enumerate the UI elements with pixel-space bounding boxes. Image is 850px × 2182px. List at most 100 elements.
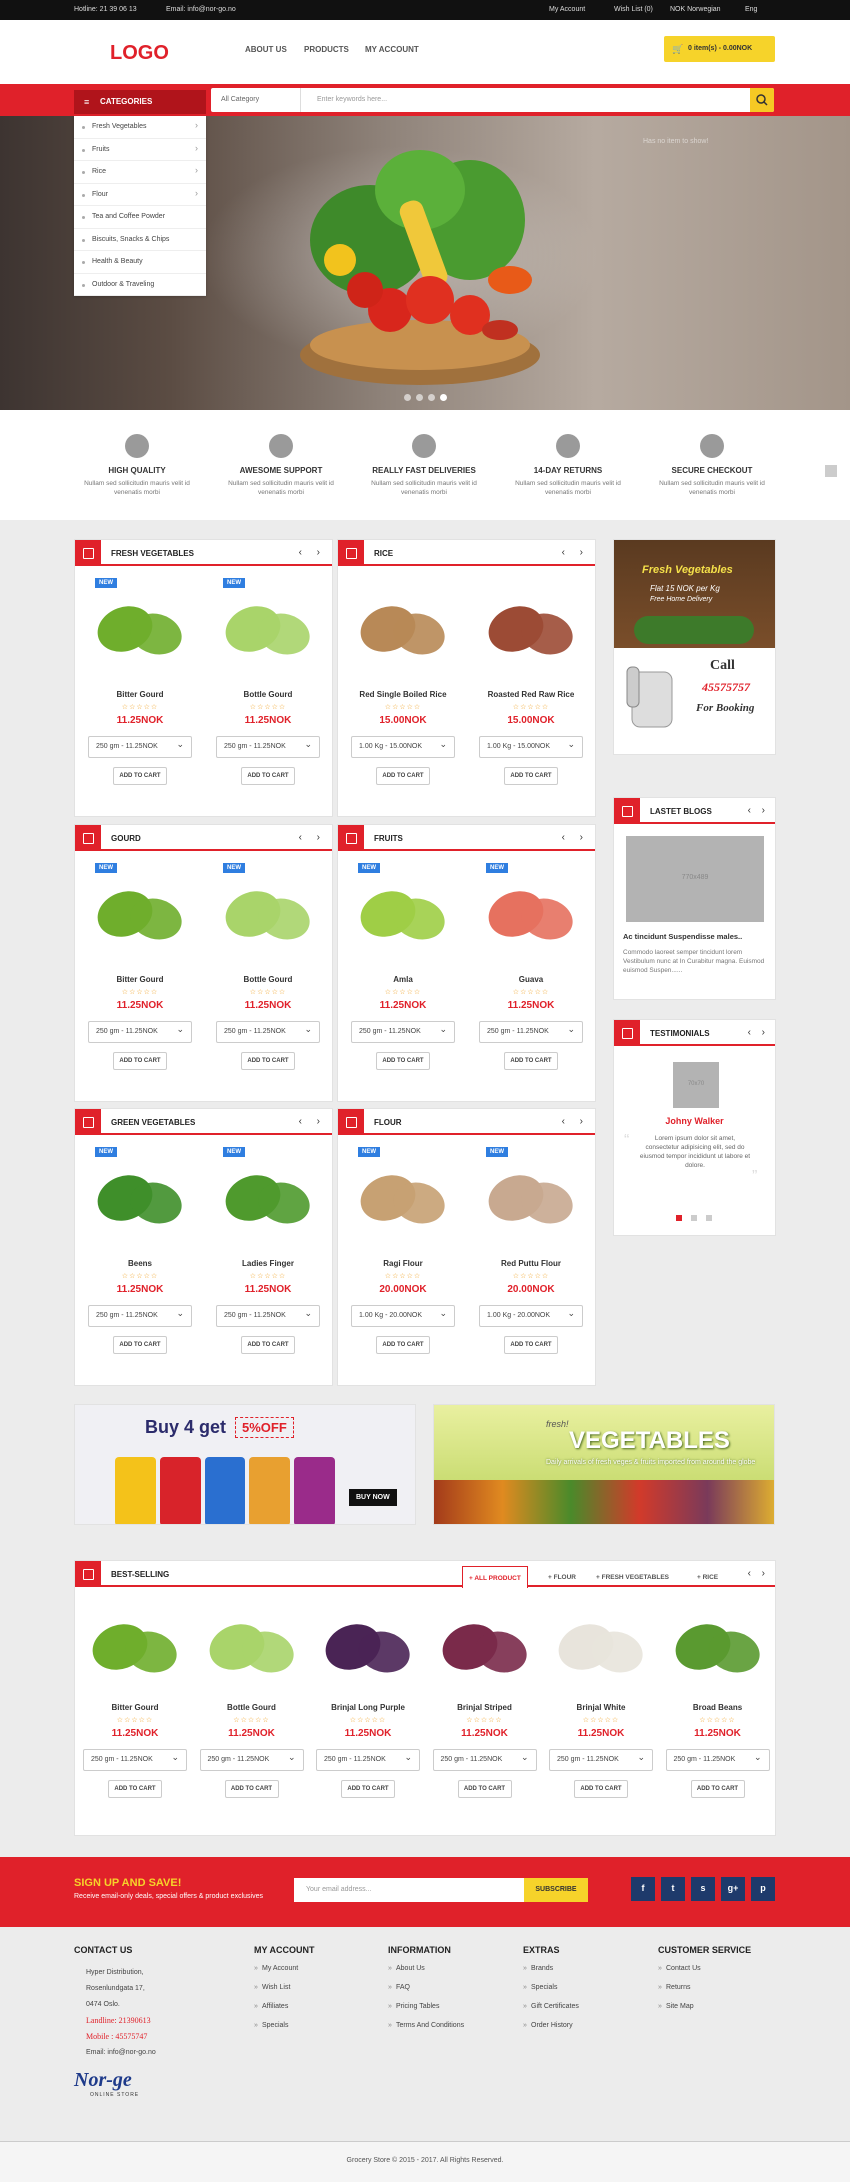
product-image-wrap[interactable] [213, 574, 323, 684]
prev-arrow-icon[interactable]: ‹ [299, 547, 302, 558]
product-image-wrap[interactable] [318, 1597, 418, 1697]
product-card[interactable]: Broad Beans ☆☆☆☆☆ 11.25NOK 250 gm - 11.25NO… [662, 1597, 774, 1798]
promo-ad[interactable]: Fresh Vegetables Flat 15 NOK per Kg Free… [613, 539, 776, 755]
option-select[interactable]: 250 gm - 11.25NOK [665, 1749, 770, 1771]
add-to-cart-button[interactable]: ADD TO CART [108, 1780, 162, 1798]
slider-dot-active[interactable] [440, 394, 447, 401]
prev-arrow-icon[interactable]: ‹ [562, 832, 565, 843]
next-arrow-icon[interactable]: › [317, 547, 320, 558]
footer-link[interactable]: Site Map [658, 2003, 751, 2022]
product-card[interactable]: Brinjal White ☆☆☆☆☆ 11.25NOK 250 gm - 11.25… [545, 1597, 657, 1798]
product-name[interactable]: Beens [81, 1259, 199, 1268]
category-item[interactable]: Biscuits, Snacks & Chips [74, 229, 206, 251]
product-name[interactable]: Bottle Gourd [209, 975, 327, 984]
next-arrow-icon[interactable]: › [762, 1568, 765, 1579]
pinterest-icon[interactable]: p [751, 1877, 775, 1901]
promo-banner-vegetables[interactable]: fresh! VEGETABLES Daily arrivals of fres… [433, 1404, 775, 1525]
option-select[interactable]: 250 gm - 11.25NOK [199, 1749, 304, 1771]
tab-rice[interactable]: + RICE [691, 1566, 724, 1588]
option-select[interactable]: 250 gm - 11.25NOK [432, 1749, 537, 1771]
product-name[interactable]: Brinjal Long Purple [312, 1703, 424, 1712]
nav-about-us[interactable]: ABOUT US [245, 45, 287, 54]
option-select[interactable]: 250 gm - 11.25NOK [549, 1749, 653, 1771]
add-to-cart-button[interactable]: ADD TO CART [241, 1336, 295, 1354]
footer-link[interactable]: Contact Us [658, 1965, 751, 1984]
add-to-cart-button[interactable]: ADD TO CART [113, 767, 167, 785]
prev-arrow-icon[interactable]: ‹ [562, 547, 565, 558]
product-card[interactable]: Bitter Gourd ☆☆☆☆☆ 11.25NOK 250 gm - 11.25N… [79, 1597, 191, 1798]
product-name[interactable]: Ragi Flour [344, 1259, 462, 1268]
product-name[interactable]: Bitter Gourd [79, 1703, 191, 1712]
product-image-wrap[interactable] [668, 1597, 768, 1697]
footer-link[interactable]: Returns [658, 1984, 751, 2003]
product-name[interactable]: Amla [344, 975, 462, 984]
tab-all-product[interactable]: + ALL PRODUCT [462, 1566, 528, 1588]
product-name[interactable]: Bottle Gourd [209, 690, 327, 699]
blog-post-title[interactable]: Ac tincidunt Suspendisse males.. [623, 932, 742, 941]
logo[interactable]: LOGO [110, 42, 169, 65]
product-image-wrap[interactable] [551, 1597, 651, 1697]
option-select[interactable]: 250 gm - 11.25NOK [88, 736, 192, 758]
wishlist-link[interactable]: Wish List (0) [614, 6, 653, 13]
product-image-wrap[interactable] [476, 574, 586, 684]
prev-arrow-icon[interactable]: ‹ [748, 1027, 751, 1038]
categories-button[interactable]: ≡ CATEGORIES [74, 90, 206, 114]
product-name[interactable]: Red Single Boiled Rice [344, 690, 462, 699]
prev-arrow-icon[interactable]: ‹ [299, 1116, 302, 1127]
footer-link[interactable]: Affiliates [254, 2003, 315, 2022]
product-name[interactable]: Guava [472, 975, 590, 984]
slider-dot[interactable] [416, 394, 423, 401]
product-card[interactable]: Roasted Red Raw Rice ☆☆☆☆☆ 15.00NOK 1.00 Kg… [472, 574, 590, 785]
prev-arrow-icon[interactable]: ‹ [748, 805, 751, 816]
next-arrow-icon[interactable]: › [580, 547, 583, 558]
option-select[interactable]: 250 gm - 11.25NOK [88, 1021, 192, 1043]
footer-link[interactable]: Pricing Tables [388, 2003, 464, 2022]
option-select[interactable]: 1.00 Kg - 20.00NOK [479, 1305, 583, 1327]
product-image-wrap[interactable] [202, 1597, 302, 1697]
product-name[interactable]: Brinjal Striped [429, 1703, 541, 1712]
currency-dropdown[interactable]: NOK Norwegian [670, 6, 721, 13]
product-card[interactable]: Red Single Boiled Rice ☆☆☆☆☆ 15.00NOK 1.00 … [344, 574, 462, 785]
product-name[interactable]: Broad Beans [662, 1703, 774, 1712]
product-image-wrap[interactable] [476, 1143, 586, 1253]
option-select[interactable]: 250 gm - 11.25NOK [351, 1021, 455, 1043]
add-to-cart-button[interactable]: ADD TO CART [504, 1336, 558, 1354]
prev-arrow-icon[interactable]: ‹ [562, 1116, 565, 1127]
next-arrow-icon[interactable]: › [317, 1116, 320, 1127]
product-image-wrap[interactable] [85, 1597, 185, 1697]
add-to-cart-button[interactable]: ADD TO CART [241, 1052, 295, 1070]
product-card[interactable]: NEW Bitter Gourd ☆☆☆☆☆ 11.25NOK 250 gm - 11.… [81, 574, 199, 785]
add-to-cart-button[interactable]: ADD TO CART [457, 1780, 512, 1798]
buy-now-button[interactable]: BUY NOW [349, 1489, 397, 1506]
category-item[interactable]: Tea and Coffee Powder [74, 206, 206, 229]
product-card[interactable]: NEW Guava ☆☆☆☆☆ 11.25NOK 250 gm - 11.25NOK AD… [472, 859, 590, 1070]
tab-flour[interactable]: + FLOUR [542, 1566, 582, 1588]
add-to-cart-button[interactable]: ADD TO CART [341, 1780, 395, 1798]
product-card[interactable]: NEW Amla ☆☆☆☆☆ 11.25NOK 250 gm - 11.25NOK ADD… [344, 859, 462, 1070]
product-image-wrap[interactable] [348, 859, 458, 969]
product-name[interactable]: Roasted Red Raw Rice [472, 690, 590, 699]
product-card[interactable]: NEW Ladies Finger ☆☆☆☆☆ 11.25NOK 250 gm - 11… [209, 1143, 327, 1354]
add-to-cart-button[interactable]: ADD TO CART [574, 1780, 628, 1798]
skype-icon[interactable]: s [691, 1877, 715, 1901]
product-card[interactable]: NEW Bottle Gourd ☆☆☆☆☆ 11.25NOK 250 gm - 11.… [209, 574, 327, 785]
cart-button[interactable]: 🛒 0 item(s) - 0.00NOK [664, 36, 775, 62]
category-item[interactable]: Fresh Vegetables [74, 116, 206, 139]
nav-my-account[interactable]: MY ACCOUNT [365, 45, 419, 54]
add-to-cart-button[interactable]: ADD TO CART [504, 1052, 558, 1070]
category-item[interactable]: Health & Beauty [74, 251, 206, 274]
category-item[interactable]: Fruits [74, 139, 206, 161]
product-image-wrap[interactable] [85, 1143, 195, 1253]
search-category-select[interactable]: All Category [211, 88, 301, 112]
footer-link[interactable]: Wish List [254, 1984, 315, 2003]
language-dropdown[interactable]: Eng [745, 6, 757, 13]
footer-link[interactable]: Gift Certificates [523, 2003, 579, 2022]
footer-link[interactable]: FAQ [388, 1984, 464, 2003]
product-card[interactable]: NEW Bitter Gourd ☆☆☆☆☆ 11.25NOK 250 gm - 11.… [81, 859, 199, 1070]
footer-link[interactable]: Order History [523, 2022, 579, 2041]
option-select[interactable]: 1.00 Kg - 15.00NOK [351, 736, 455, 758]
product-image-wrap[interactable] [85, 859, 195, 969]
promo-banner-chips[interactable]: Buy 4 get 5%OFF BUY NOW [74, 1404, 416, 1525]
product-name[interactable]: Brinjal White [545, 1703, 657, 1712]
footer-brand-logo[interactable]: Nor-ge [74, 2069, 156, 2092]
